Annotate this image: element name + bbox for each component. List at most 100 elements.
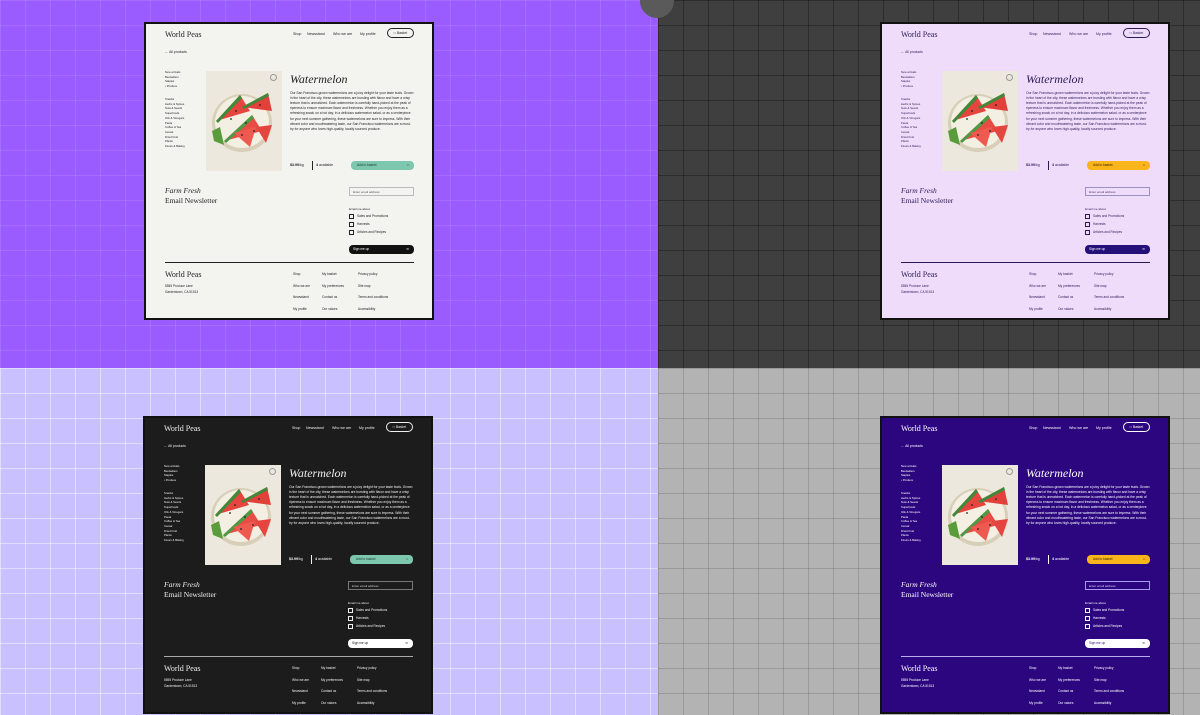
footer-link-who-we-are[interactable]: Who we are [1029,284,1046,288]
footer-link-privacy-policy[interactable]: Privacy policy [358,272,378,276]
basket-button[interactable]: □ Basket [386,422,413,432]
nav-my-profile[interactable]: My profile [359,426,375,431]
category-produce[interactable]: • Produce [164,478,176,483]
footer-link-contact-us[interactable]: Contact us [1058,295,1073,299]
footer-link-site-map[interactable]: Site map [1094,678,1107,682]
all-products-link[interactable]: ← All products [901,50,923,55]
category-flours-baking[interactable]: Flours & Baking [164,538,184,543]
add-to-basket-button[interactable]: Add to basket □ [1087,555,1150,564]
email-input[interactable]: Enter email address [1085,187,1150,196]
footer-link-who-we-are[interactable]: Who we are [293,284,310,288]
footer-link-site-map[interactable]: Site map [358,284,371,288]
footer-link-accessibility[interactable]: Accessibility [1094,307,1111,311]
footer-link-shop[interactable]: Shop [293,272,300,276]
nav-who-we-are[interactable]: Who we are [1069,426,1088,431]
footer-link-privacy-policy[interactable]: Privacy policy [1094,666,1114,670]
footer-link-who-we-are[interactable]: Who we are [292,678,309,682]
all-products-link[interactable]: ← All products [901,444,923,449]
footer-link-my-preferences[interactable]: My preferences [1058,284,1080,288]
checkbox-box[interactable] [348,624,353,629]
footer-link-my-basket[interactable]: My basket [322,272,337,276]
footer-link-newsstand[interactable]: Newsstand [1029,295,1045,299]
category-flours-baking[interactable]: Flours & Baking [901,538,921,543]
footer-link-contact-us[interactable]: Contact us [1058,689,1073,693]
brand-logo[interactable]: World Peas [901,30,937,41]
nav-shop[interactable]: Shop [292,426,300,431]
footer-link-my-basket[interactable]: My basket [321,666,336,670]
category-oils-vinegars[interactable]: Oils & Vinegars [901,116,920,121]
sign-up-button[interactable]: Sign me up ✉ [348,639,413,648]
category-flours-baking[interactable]: Flours & Baking [165,144,185,149]
checkbox-box[interactable] [348,616,353,621]
footer-link-site-map[interactable]: Site map [357,678,370,682]
footer-link-our-values[interactable]: Our values [1058,307,1073,311]
category-produce[interactable]: • Produce [165,84,177,89]
footer-link-my-profile[interactable]: My profile [292,701,306,705]
footer-link-terms-and-conditions[interactable]: Terms and conditions [1094,295,1124,299]
nav-who-we-are[interactable]: Who we are [332,426,351,431]
checkbox-box[interactable] [349,214,354,219]
category-produce[interactable]: • Produce [901,84,913,89]
footer-link-shop[interactable]: Shop [1029,272,1036,276]
favorite-icon[interactable] [269,468,276,475]
all-products-link[interactable]: ← All products [165,50,187,55]
checkbox-box[interactable] [349,222,354,227]
sign-up-button[interactable]: Sign me up ✉ [1085,639,1150,648]
checkbox-box[interactable] [1085,624,1090,629]
footer-link-newsstand[interactable]: Newsstand [293,295,309,299]
category-flours-baking[interactable]: Flours & Baking [901,144,921,149]
footer-link-accessibility[interactable]: Accessibility [357,701,374,705]
email-input[interactable]: Enter email address [349,187,414,196]
footer-link-my-preferences[interactable]: My preferences [322,284,344,288]
footer-link-newsstand[interactable]: Newsstand [1029,689,1045,693]
nav-who-we-are[interactable]: Who we are [333,32,352,37]
category-oils-vinegars[interactable]: Oils & Vinegars [164,510,183,515]
brand-logo[interactable]: World Peas [901,424,937,435]
checkbox-box[interactable] [1085,616,1090,621]
nav-my-profile[interactable]: My profile [360,32,376,37]
checkbox-box[interactable] [348,608,353,613]
all-products-link[interactable]: ← All products [164,444,186,449]
favorite-icon[interactable] [1006,74,1013,81]
footer-link-our-values[interactable]: Our values [321,701,336,705]
favorite-icon[interactable] [1006,468,1013,475]
footer-link-who-we-are[interactable]: Who we are [1029,678,1046,682]
category-oils-vinegars[interactable]: Oils & Vinegars [165,116,184,121]
footer-link-our-values[interactable]: Our values [1058,701,1073,705]
brand-logo[interactable]: World Peas [165,30,201,41]
checkbox-box[interactable] [1085,222,1090,227]
nav-newsstand[interactable]: Newsstand [306,426,324,431]
checkbox-box[interactable] [1085,214,1090,219]
add-to-basket-button[interactable]: Add to basket □ [351,161,414,170]
footer-link-my-profile[interactable]: My profile [1029,701,1043,705]
favorite-icon[interactable] [270,74,277,81]
footer-link-accessibility[interactable]: Accessibility [358,307,375,311]
email-input[interactable]: Enter email address [1085,581,1150,590]
footer-link-my-profile[interactable]: My profile [293,307,307,311]
nav-my-profile[interactable]: My profile [1096,32,1112,37]
footer-link-newsstand[interactable]: Newsstand [292,689,308,693]
footer-link-my-preferences[interactable]: My preferences [321,678,343,682]
footer-link-shop[interactable]: Shop [292,666,299,670]
footer-link-my-basket[interactable]: My basket [1058,272,1073,276]
basket-button[interactable]: □ Basket [1123,28,1150,38]
add-to-basket-button[interactable]: Add to basket □ [1087,161,1150,170]
footer-link-my-basket[interactable]: My basket [1058,666,1073,670]
email-input[interactable]: Enter email address [348,581,413,590]
nav-my-profile[interactable]: My profile [1096,426,1112,431]
nav-newsstand[interactable]: Newsstand [1043,32,1061,37]
category-oils-vinegars[interactable]: Oils & Vinegars [901,510,920,515]
sign-up-button[interactable]: Sign me up ✉ [349,245,414,254]
nav-shop[interactable]: Shop [1029,32,1037,37]
category-produce[interactable]: • Produce [901,478,913,483]
checkbox-box[interactable] [1085,608,1090,613]
brand-logo[interactable]: World Peas [164,424,200,435]
footer-link-contact-us[interactable]: Contact us [322,295,337,299]
add-to-basket-button[interactable]: Add to basket □ [350,555,413,564]
footer-link-privacy-policy[interactable]: Privacy policy [1094,272,1114,276]
nav-shop[interactable]: Shop [293,32,301,37]
checkbox-box[interactable] [349,230,354,235]
basket-button[interactable]: □ Basket [1123,422,1150,432]
footer-link-privacy-policy[interactable]: Privacy policy [357,666,377,670]
nav-newsstand[interactable]: Newsstand [307,32,325,37]
